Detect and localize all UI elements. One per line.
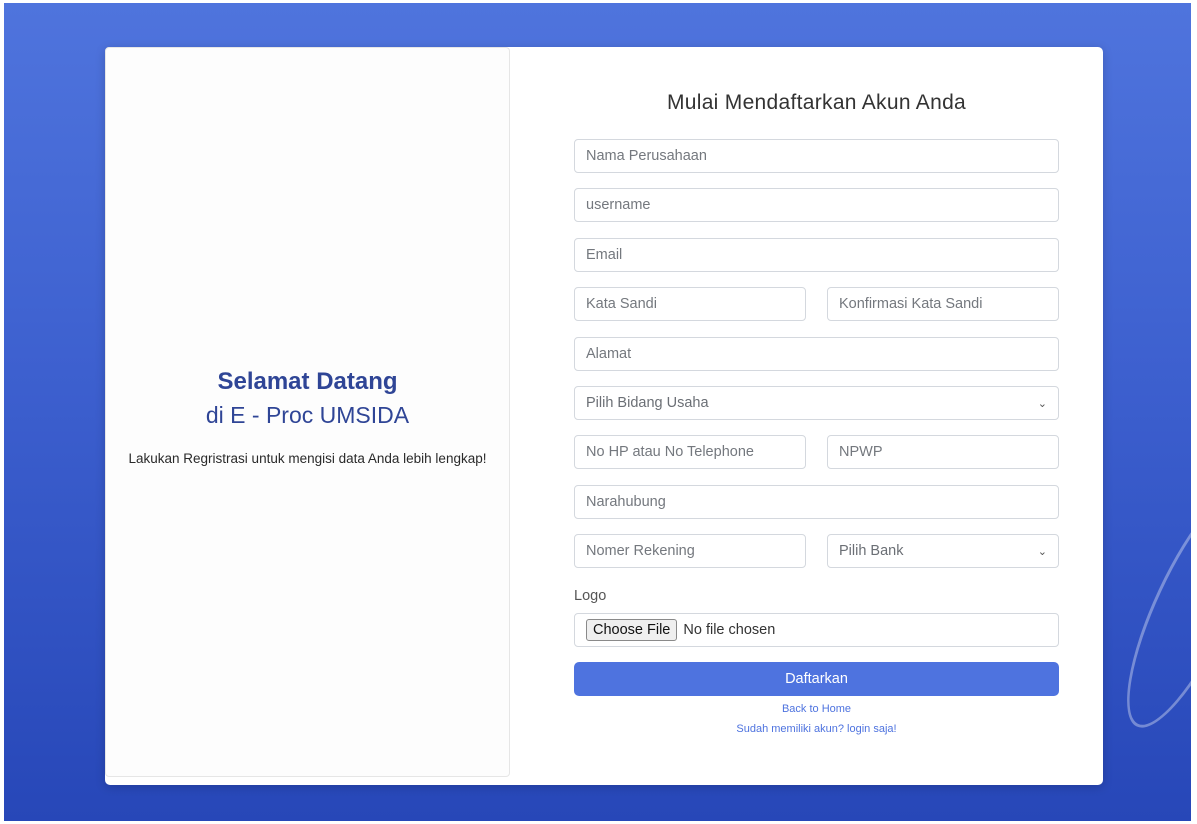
password-field[interactable] bbox=[574, 287, 806, 321]
email-field[interactable] bbox=[574, 238, 1059, 272]
npwp-input[interactable] bbox=[839, 444, 1047, 460]
business-field-select-value: Pilih Bidang Usaha bbox=[586, 395, 709, 411]
chevron-down-icon: ⌄ bbox=[1037, 545, 1047, 558]
business-field-select[interactable]: Pilih Bidang Usaha ⌄ bbox=[574, 386, 1059, 420]
address-input[interactable] bbox=[586, 346, 1047, 362]
confirm-password-field[interactable] bbox=[827, 287, 1059, 321]
email-input[interactable] bbox=[586, 247, 1047, 263]
choose-file-button[interactable]: Choose File bbox=[586, 619, 678, 641]
account-number-input[interactable] bbox=[586, 543, 794, 559]
bank-select-value: Pilih Bank bbox=[839, 543, 904, 559]
password-input[interactable] bbox=[586, 296, 794, 312]
company-name-field[interactable] bbox=[574, 139, 1059, 173]
file-status: No file chosen bbox=[683, 622, 776, 638]
login-link[interactable]: Sudah memiliki akun? login saja! bbox=[574, 723, 1059, 735]
registration-card: Selamat Datang di E - Proc UMSIDA Lakuka… bbox=[105, 47, 1103, 785]
welcome-heading: Selamat Datang bbox=[217, 368, 398, 395]
logo-label: Logo bbox=[574, 588, 607, 604]
welcome-note: Lakukan Regristrasi untuk mengisi data A… bbox=[128, 451, 487, 466]
logo-file-input[interactable]: Choose File No file chosen bbox=[574, 613, 1059, 647]
chevron-down-icon: ⌄ bbox=[1037, 397, 1047, 410]
address-field[interactable] bbox=[574, 337, 1059, 371]
username-field[interactable] bbox=[574, 188, 1059, 222]
welcome-panel: Selamat Datang di E - Proc UMSIDA Lakuka… bbox=[105, 47, 510, 777]
welcome-subheading: di E - Proc UMSIDA bbox=[205, 402, 410, 428]
company-name-input[interactable] bbox=[586, 148, 1047, 164]
bank-select[interactable]: Pilih Bank ⌄ bbox=[827, 534, 1059, 568]
npwp-field[interactable] bbox=[827, 435, 1059, 469]
phone-input[interactable] bbox=[586, 444, 794, 460]
contact-person-input[interactable] bbox=[586, 494, 1047, 510]
form-title: Mulai Mendaftarkan Akun Anda bbox=[666, 91, 967, 114]
phone-field[interactable] bbox=[574, 435, 806, 469]
account-number-field[interactable] bbox=[574, 534, 806, 568]
contact-person-field[interactable] bbox=[574, 485, 1059, 519]
decorative-arc bbox=[1102, 469, 1197, 743]
confirm-password-input[interactable] bbox=[839, 296, 1047, 312]
back-to-home-link[interactable]: Back to Home bbox=[574, 703, 1059, 715]
register-button[interactable]: Daftarkan bbox=[574, 662, 1059, 696]
username-input[interactable] bbox=[586, 197, 1047, 213]
